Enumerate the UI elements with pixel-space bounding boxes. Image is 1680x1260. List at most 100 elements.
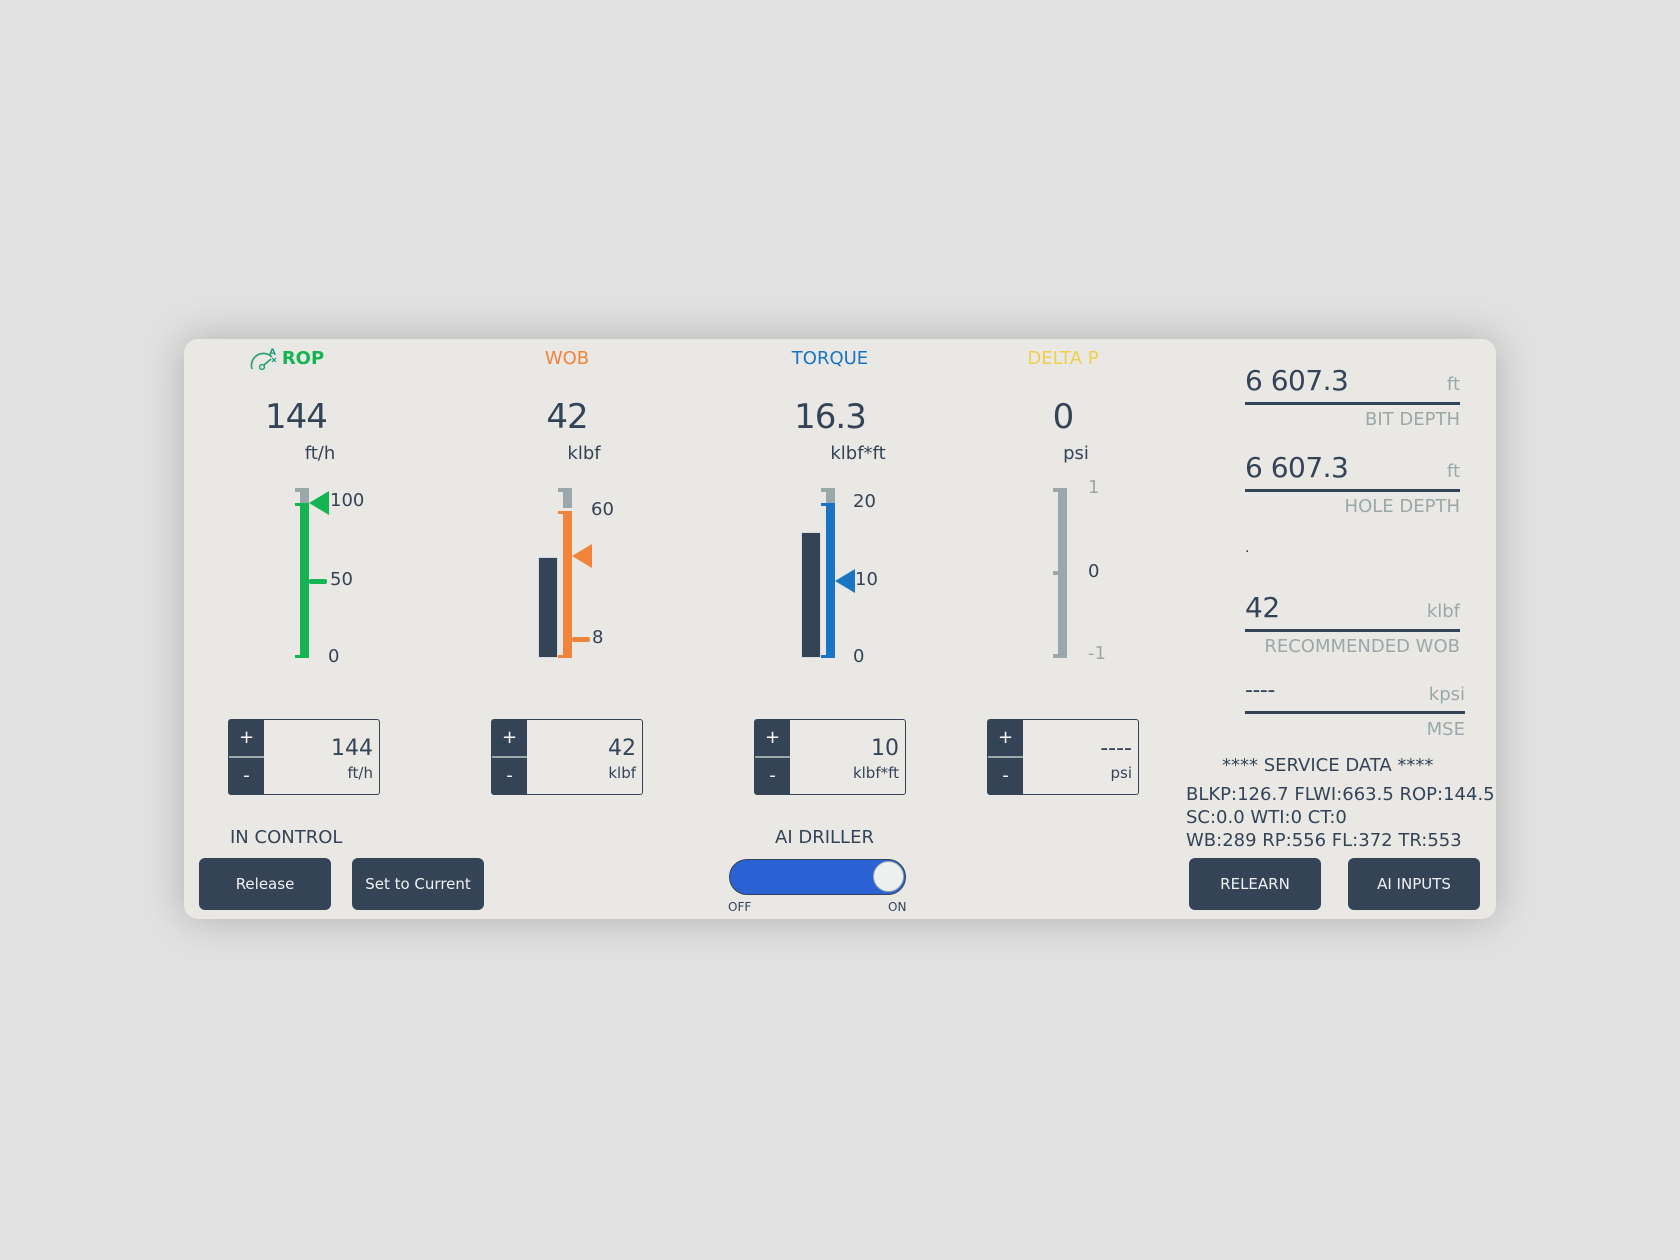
hole-depth-field: 6 607.3 ft HOLE DEPTH: [1245, 451, 1460, 523]
torque-tick-label: 0: [853, 646, 865, 667]
hole-depth-value: 6 607.3: [1245, 451, 1349, 484]
rop-tick-label: 100: [330, 490, 365, 511]
rop-limit-bottom-marker: [295, 655, 301, 658]
wob-setpoint-unit: klbf: [608, 764, 636, 782]
rop-setpoint-value[interactable]: 144: [331, 736, 373, 761]
wob-limit-top-marker: [558, 511, 564, 514]
torque-decrement-button[interactable]: -: [755, 758, 790, 794]
bit-depth-field: 6 607.3 ft BIT DEPTH: [1245, 364, 1460, 436]
wob-tick-label: 60: [591, 499, 614, 520]
ai-driller-toggle[interactable]: [729, 859, 906, 895]
rop-decrement-button[interactable]: -: [229, 758, 264, 794]
wob-limit-bar: [563, 511, 572, 658]
deltap-tick-label: 0: [1088, 561, 1100, 582]
mse-field: ---- kpsi MSE: [1245, 676, 1465, 748]
toggle-knob[interactable]: [873, 861, 904, 892]
mse-value: ----: [1245, 678, 1275, 703]
status-dot: .: [1245, 540, 1250, 556]
deltap-tick-label: -1: [1088, 643, 1106, 664]
torque-setpoint-stepper[interactable]: + - 10 klbf*ft: [754, 719, 906, 795]
deltap-unit: psi: [1063, 443, 1089, 464]
deltap-title: DELTA P: [1027, 348, 1099, 369]
rop-unit: ft/h: [304, 443, 336, 464]
mse-unit: kpsi: [1428, 684, 1465, 705]
wob-scale-track: [563, 488, 572, 508]
service-data-title: **** SERVICE DATA ****: [1222, 755, 1434, 776]
recommended-wob-unit: klbf: [1426, 601, 1460, 622]
wob-actual-bar: [538, 557, 558, 658]
rop-tick-marker: [309, 579, 327, 584]
deltap-increment-button[interactable]: +: [988, 720, 1023, 758]
torque-tick-label: 10: [855, 569, 878, 590]
hole-depth-underline: [1245, 489, 1460, 492]
wob-increment-button[interactable]: +: [492, 720, 527, 758]
service-data-line: WB:289 RP:556 FL:372 TR:553: [1186, 830, 1462, 851]
mse-underline: [1245, 711, 1465, 714]
rop-scale-cap: [295, 488, 301, 492]
toggle-off-label: OFF: [728, 900, 752, 914]
ai-inputs-button[interactable]: AI INPUTS: [1348, 858, 1480, 910]
deltap-setpoint-stepper[interactable]: + - ---- psi: [987, 719, 1139, 795]
deltap-decrement-button[interactable]: -: [988, 758, 1023, 794]
recommended-wob-value: 42: [1245, 591, 1280, 624]
wob-tick-label: 8: [592, 627, 604, 648]
mse-label: MSE: [1426, 719, 1465, 740]
torque-scale-cap: [821, 488, 827, 492]
bit-depth-unit: ft: [1446, 374, 1460, 395]
wob-decrement-button[interactable]: -: [492, 758, 527, 794]
rop-tick-label: 50: [330, 569, 353, 590]
deltap-setpoint-unit: psi: [1110, 764, 1132, 782]
rop-setpoint-unit: ft/h: [347, 764, 373, 782]
bit-depth-underline: [1245, 402, 1460, 405]
torque-limit-top-marker: [821, 503, 827, 506]
deltap-setpoint-value[interactable]: ----: [1100, 736, 1132, 761]
deltap-scale-track: [1058, 488, 1067, 658]
recommended-wob-field: 42 klbf RECOMMENDED WOB: [1245, 591, 1460, 663]
bit-depth-label: BIT DEPTH: [1365, 409, 1460, 430]
set-to-current-button[interactable]: Set to Current: [352, 858, 484, 910]
rop-limit-bar: [300, 503, 309, 658]
hole-depth-label: HOLE DEPTH: [1344, 496, 1460, 517]
rop-tick-label: 0: [328, 646, 340, 667]
relearn-button[interactable]: RELEARN: [1189, 858, 1321, 910]
hole-depth-unit: ft: [1446, 461, 1460, 482]
rop-title: ROP: [281, 348, 325, 369]
service-data-line: BLKP:126.7 FLWI:663.5 ROP:144.5: [1186, 784, 1495, 805]
wob-tick-marker: [572, 637, 590, 642]
deltap-current-value: 0: [1052, 397, 1075, 437]
torque-current-value: 16.3: [794, 397, 867, 437]
wob-scale-cap: [558, 488, 564, 492]
torque-setpoint-value[interactable]: 10: [871, 736, 899, 761]
torque-actual-bar: [801, 531, 821, 658]
wob-limit-bottom-marker: [558, 655, 564, 658]
wob-title: WOB: [544, 348, 590, 369]
torque-setpoint-marker[interactable]: [835, 568, 857, 594]
wob-unit: klbf: [567, 443, 601, 464]
rop-setpoint-stepper[interactable]: + - 144 ft/h: [228, 719, 380, 795]
rop-limit-top-marker: [295, 503, 301, 506]
wob-setpoint-value[interactable]: 42: [608, 736, 636, 761]
service-data-line: SC:0.0 WTI:0 CT:0: [1186, 807, 1347, 828]
torque-increment-button[interactable]: +: [755, 720, 790, 758]
deltap-scale-cap: [1053, 488, 1059, 492]
ai-driller-label: AI DRILLER: [775, 827, 874, 848]
wob-setpoint-marker[interactable]: [572, 543, 594, 569]
rop-increment-button[interactable]: +: [229, 720, 264, 758]
rop-current-value: 144: [265, 397, 328, 437]
deltap-scale-foot: [1053, 654, 1059, 658]
recommended-wob-label: RECOMMENDED WOB: [1264, 636, 1460, 657]
torque-unit: klbf*ft: [830, 443, 886, 464]
wob-setpoint-stepper[interactable]: + - 42 klbf: [491, 719, 643, 795]
recommended-wob-underline: [1245, 629, 1460, 632]
deltap-tick-marker: [1053, 571, 1059, 575]
deltap-tick-label: 1: [1088, 477, 1100, 498]
toggle-on-label: ON: [888, 900, 907, 914]
torque-limit-bar: [826, 503, 835, 658]
bit-depth-value: 6 607.3: [1245, 364, 1349, 397]
torque-limit-bottom-marker: [821, 655, 827, 658]
torque-title: TORQUE: [791, 348, 869, 369]
wob-current-value: 42: [546, 397, 588, 437]
torque-setpoint-unit: klbf*ft: [852, 764, 899, 782]
release-button[interactable]: Release: [199, 858, 331, 910]
rop-setpoint-marker[interactable]: [309, 490, 331, 516]
